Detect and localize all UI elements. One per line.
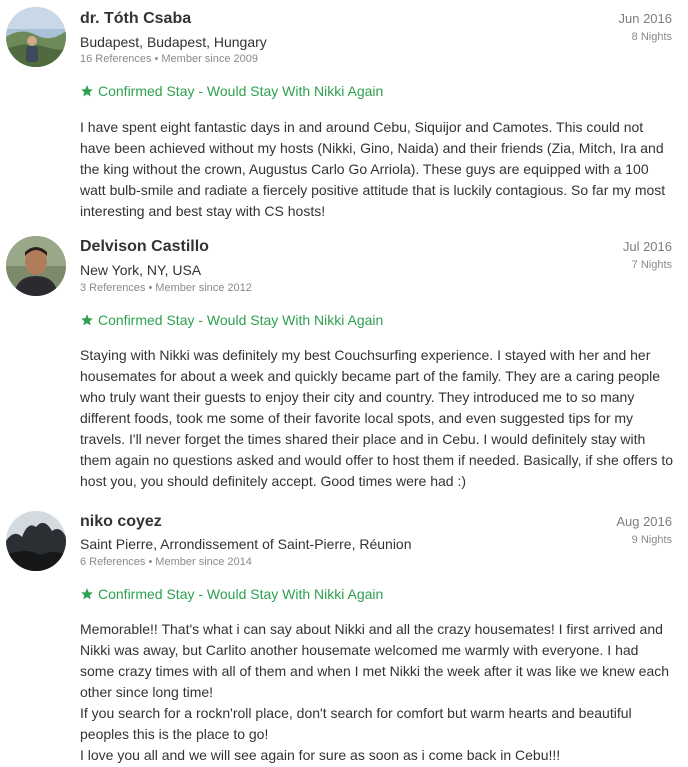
review-paragraph: Memorable!! That's what i can say about … (80, 621, 670, 700)
reviewer-name[interactable]: dr. Tóth Csaba (80, 10, 191, 28)
references-count[interactable]: 6 References (80, 556, 145, 568)
reviewer-name[interactable]: Delvison Castillo (80, 238, 209, 256)
separator-dot: • (148, 556, 153, 568)
references-count[interactable]: 3 References (80, 282, 145, 294)
review-paragraph: I love you all and we will see again for… (80, 747, 561, 763)
member-since: Member since 2009 (161, 53, 259, 65)
star-icon (80, 313, 94, 327)
reviewer-meta: 3 References • Member since 2012 (80, 282, 252, 294)
member-since: Member since 2014 (155, 556, 252, 568)
review-card: Delvison Castillo New York, NY, USA 3 Re… (0, 230, 688, 506)
stay-nights: 9 Nights (631, 534, 672, 546)
confirmed-stay-label: Confirmed Stay - Would Stay With Nikki A… (80, 312, 383, 328)
confirmed-stay-text: Confirmed Stay - Would Stay With Nikki A… (98, 586, 384, 602)
review-body: I have spent eight fantastic days in and… (80, 117, 676, 222)
separator-dot: • (148, 282, 153, 294)
avatar[interactable] (6, 511, 66, 571)
reviewer-meta: 16 References • Member since 2009 (80, 53, 258, 65)
reviewer-location: Budapest, Budapest, Hungary (80, 34, 267, 50)
review-paragraph: Staying with Nikki was definitely my bes… (80, 347, 674, 489)
confirmed-stay-label: Confirmed Stay - Would Stay With Nikki A… (80, 586, 383, 602)
stay-nights: 7 Nights (631, 259, 672, 271)
star-icon (80, 84, 94, 98)
avatar[interactable] (6, 236, 66, 296)
review-paragraph: If you search for a rockn'roll place, do… (80, 705, 632, 742)
review-card: dr. Tóth Csaba Budapest, Budapest, Hunga… (0, 0, 688, 230)
review-body: Staying with Nikki was definitely my bes… (80, 345, 676, 492)
reviewer-meta: 6 References • Member since 2014 (80, 556, 252, 568)
member-since: Member since 2012 (155, 282, 252, 294)
stay-date: Aug 2016 (616, 514, 672, 529)
stay-date: Jun 2016 (618, 11, 673, 26)
star-icon (80, 587, 94, 601)
confirmed-stay-text: Confirmed Stay - Would Stay With Nikki A… (98, 83, 384, 99)
separator-dot: • (154, 53, 159, 65)
review-paragraph: I have spent eight fantastic days in and… (80, 119, 666, 219)
review-body: Memorable!! That's what i can say about … (80, 619, 676, 766)
avatar[interactable] (6, 7, 66, 67)
reviewer-location: Saint Pierre, Arrondissement of Saint-Pi… (80, 536, 412, 552)
confirmed-stay-label: Confirmed Stay - Would Stay With Nikki A… (80, 83, 383, 99)
stay-date: Jul 2016 (622, 239, 672, 254)
reviewer-name[interactable]: niko coyez (80, 513, 162, 531)
review-card: niko coyez Saint Pierre, Arrondissement … (0, 506, 688, 767)
stay-nights: 8 Nights (631, 31, 672, 43)
confirmed-stay-text: Confirmed Stay - Would Stay With Nikki A… (98, 312, 384, 328)
references-count[interactable]: 16 References (80, 53, 152, 65)
reviewer-location: New York, NY, USA (80, 262, 202, 278)
